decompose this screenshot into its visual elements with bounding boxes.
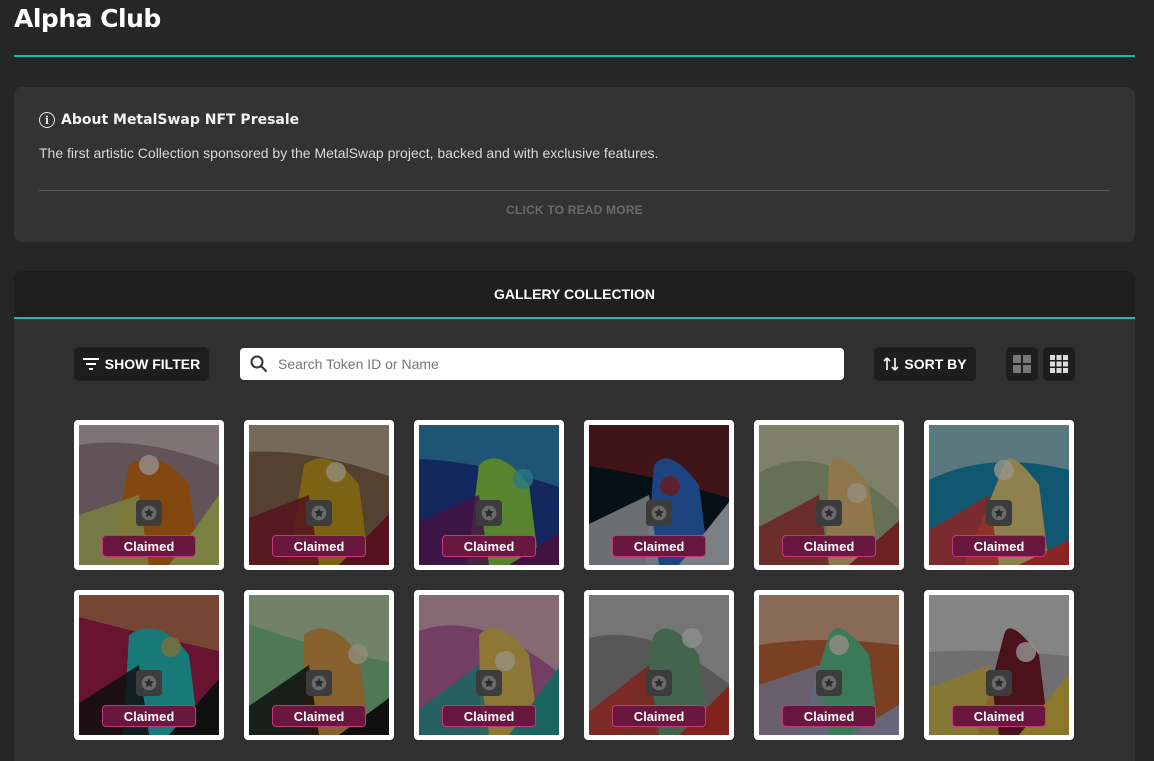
star-icon — [141, 505, 157, 521]
sort-icon — [883, 357, 899, 371]
nft-card[interactable]: Claimed — [924, 420, 1074, 570]
favorite-button[interactable] — [306, 670, 332, 696]
nft-card[interactable]: Claimed — [924, 590, 1074, 740]
nft-card[interactable]: Claimed — [244, 420, 394, 570]
favorite-button[interactable] — [646, 670, 672, 696]
search-box[interactable] — [240, 348, 844, 380]
claimed-badge: Claimed — [782, 535, 876, 557]
favorite-button[interactable] — [136, 670, 162, 696]
claimed-badge: Claimed — [272, 535, 366, 557]
about-description: The first artistic Collection sponsored … — [39, 145, 659, 161]
view-large-grid-button[interactable] — [1006, 347, 1038, 381]
nft-card[interactable]: Claimed — [244, 590, 394, 740]
favorite-button[interactable] — [136, 500, 162, 526]
sort-by-button[interactable]: SORT BY — [874, 347, 976, 381]
star-icon — [821, 505, 837, 521]
view-small-grid-button[interactable] — [1043, 347, 1075, 381]
favorite-button[interactable] — [986, 500, 1012, 526]
star-icon — [481, 675, 497, 691]
star-icon — [311, 505, 327, 521]
star-icon — [991, 505, 1007, 521]
gallery-title: GALLERY COLLECTION — [14, 271, 1135, 319]
star-icon — [481, 505, 497, 521]
app-title: Alpha Club — [14, 4, 161, 33]
nft-card[interactable]: Claimed — [584, 420, 734, 570]
filter-icon — [82, 358, 99, 370]
star-icon — [311, 675, 327, 691]
nft-card[interactable]: Claimed — [414, 420, 564, 570]
favorite-button[interactable] — [476, 500, 502, 526]
about-header: i About MetalSwap NFT Presale — [39, 112, 299, 128]
star-icon — [991, 675, 1007, 691]
top-section: Alpha Club i About MetalSwap NFT Presale… — [0, 0, 1154, 268]
star-icon — [651, 505, 667, 521]
nft-card[interactable]: Claimed — [74, 590, 224, 740]
nft-card[interactable]: Claimed — [74, 420, 224, 570]
favorite-button[interactable] — [476, 670, 502, 696]
favorite-button[interactable] — [816, 500, 842, 526]
star-icon — [821, 675, 837, 691]
claimed-badge: Claimed — [612, 535, 706, 557]
claimed-badge: Claimed — [442, 705, 536, 727]
show-filter-button[interactable]: SHOW FILTER — [74, 347, 209, 381]
favorite-button[interactable] — [646, 500, 672, 526]
claimed-badge: Claimed — [102, 535, 196, 557]
claimed-badge: Claimed — [102, 705, 196, 727]
nft-card[interactable]: Claimed — [754, 420, 904, 570]
search-input[interactable] — [276, 355, 820, 373]
about-card: i About MetalSwap NFT Presale The first … — [14, 87, 1135, 242]
claimed-badge: Claimed — [782, 705, 876, 727]
star-icon — [141, 675, 157, 691]
claimed-badge: Claimed — [612, 705, 706, 727]
claimed-badge: Claimed — [952, 705, 1046, 727]
star-icon — [651, 675, 667, 691]
about-divider — [39, 190, 1110, 191]
title-divider — [14, 55, 1135, 57]
show-filter-label: SHOW FILTER — [104, 356, 201, 372]
claimed-badge: Claimed — [272, 705, 366, 727]
nft-card[interactable]: Claimed — [584, 590, 734, 740]
read-more-button[interactable]: CLICK TO READ MORE — [14, 203, 1135, 217]
search-icon — [250, 355, 268, 373]
favorite-button[interactable] — [986, 670, 1012, 696]
grid-large-icon — [1013, 355, 1031, 373]
claimed-badge: Claimed — [442, 535, 536, 557]
info-icon: i — [39, 112, 55, 128]
about-title: About MetalSwap NFT Presale — [61, 112, 300, 128]
nft-card[interactable]: Claimed — [414, 590, 564, 740]
nft-card[interactable]: Claimed — [754, 590, 904, 740]
favorite-button[interactable] — [306, 500, 332, 526]
favorite-button[interactable] — [816, 670, 842, 696]
sort-by-label: SORT BY — [904, 356, 967, 372]
grid-small-icon — [1050, 355, 1068, 373]
gallery-panel: GALLERY COLLECTION SHOW FILTER SORT BY — [14, 271, 1135, 761]
claimed-badge: Claimed — [952, 535, 1046, 557]
